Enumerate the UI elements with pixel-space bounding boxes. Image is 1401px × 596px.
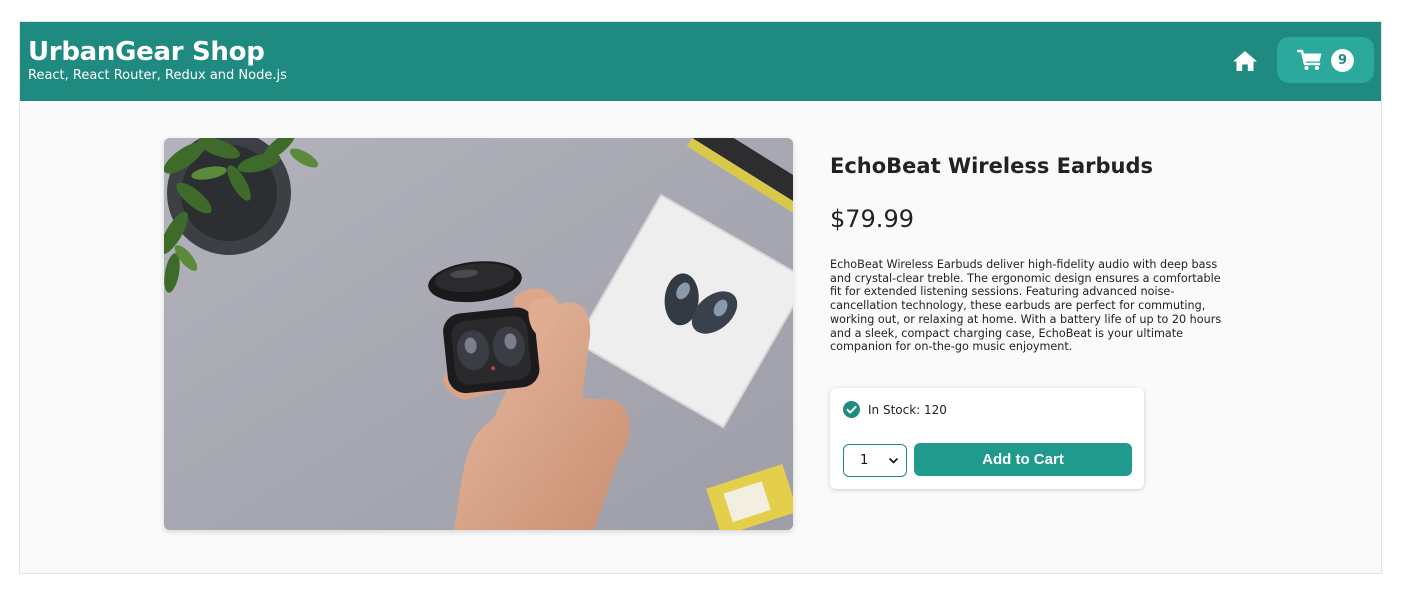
purchase-card: In Stock: 120 1 Add to Cart bbox=[830, 388, 1144, 489]
stock-status: In Stock: 120 bbox=[843, 401, 947, 418]
earbuds-photo bbox=[164, 138, 793, 530]
chevron-down-icon bbox=[889, 457, 898, 464]
check-circle-icon bbox=[843, 401, 860, 418]
site-subtitle: React, React Router, Redux and Node.js bbox=[28, 68, 287, 83]
product-price: $79.99 bbox=[830, 205, 914, 233]
stock-count: In Stock: 120 bbox=[868, 402, 947, 417]
cart-icon bbox=[1297, 49, 1322, 70]
product-image bbox=[164, 138, 793, 530]
product-description: EchoBeat Wireless Earbuds deliver high-f… bbox=[830, 258, 1222, 354]
product-info: EchoBeat Wireless Earbuds $79.99 EchoBea… bbox=[830, 152, 1225, 354]
home-icon bbox=[1233, 51, 1257, 71]
cart-count-badge: 9 bbox=[1331, 48, 1354, 72]
home-link[interactable] bbox=[1231, 49, 1259, 73]
add-to-cart-button[interactable]: Add to Cart bbox=[914, 443, 1132, 476]
site-title[interactable]: UrbanGear Shop bbox=[28, 37, 287, 67]
quantity-select[interactable]: 1 bbox=[843, 444, 907, 477]
product-name: EchoBeat Wireless Earbuds bbox=[830, 154, 1154, 178]
quantity-value: 1 bbox=[860, 453, 869, 468]
app-frame: UrbanGear Shop React, React Router, Redu… bbox=[19, 21, 1382, 574]
brand[interactable]: UrbanGear Shop React, React Router, Redu… bbox=[28, 37, 287, 84]
cart-button[interactable]: 9 bbox=[1277, 37, 1374, 83]
navbar: UrbanGear Shop React, React Router, Redu… bbox=[20, 22, 1381, 101]
